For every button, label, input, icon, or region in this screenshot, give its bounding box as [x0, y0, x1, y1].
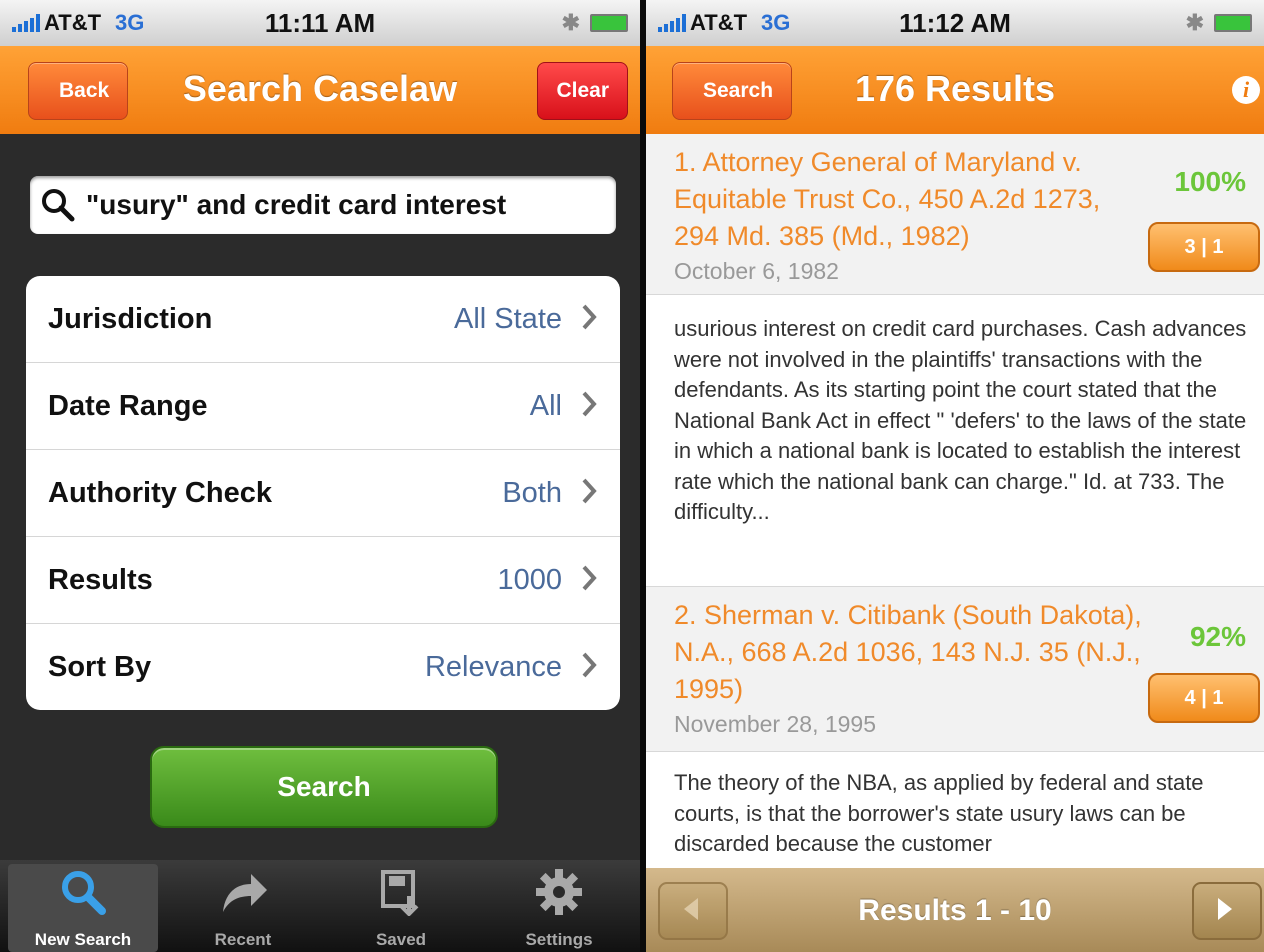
clear-button[interactable]: Clear	[537, 62, 628, 120]
bluetooth-icon: ✱	[1185, 10, 1204, 35]
option-value: Relevance	[424, 651, 562, 683]
results-screen: AT&T 3G 11:12 AM ✱ Search 176 Results i …	[646, 0, 1264, 952]
tab-label: Recent	[214, 930, 272, 949]
chevron-right-icon	[582, 478, 597, 504]
option-value: All	[529, 389, 562, 422]
search-input[interactable]	[84, 188, 608, 222]
tab-settings[interactable]: Settings	[484, 864, 634, 952]
nav-bar: Back Search Caselaw Clear	[0, 46, 640, 134]
result-title[interactable]: 1. Attorney General of Maryland v. Equit…	[674, 144, 1144, 255]
option-value: All State	[454, 302, 562, 335]
info-icon[interactable]: i	[1232, 76, 1260, 104]
triangle-right-icon	[1218, 898, 1232, 920]
tab-label: Settings	[525, 930, 593, 949]
result-item[interactable]: 2. Sherman v. Citibank (South Dakota), N…	[646, 586, 1264, 752]
chevron-right-icon	[582, 565, 597, 591]
gear-icon	[536, 869, 582, 915]
battery-icon	[1214, 14, 1252, 32]
tab-label: Saved	[375, 930, 427, 949]
status-time: 11:12 AM	[899, 8, 1011, 38]
next-page-button[interactable]	[1192, 882, 1262, 940]
search-screen: AT&T 3G 11:11 AM ✱ Back Search Caselaw C…	[0, 0, 640, 952]
option-label: Results	[48, 563, 153, 596]
tab-new-search[interactable]: New Search	[8, 864, 158, 952]
result-snippet: The theory of the NBA, as applied by fed…	[674, 770, 1204, 856]
tab-bar: New Search Recent Saved Settings	[0, 860, 640, 952]
option-jurisdiction[interactable]: Jurisdiction All State	[26, 276, 620, 363]
relevance-score: 100%	[1174, 166, 1246, 197]
save-icon	[381, 870, 419, 916]
result-date: November 28, 1995	[674, 711, 877, 737]
pager-label: Results 1 - 10	[858, 894, 1052, 927]
result-snippet: usurious interest on credit card purchas…	[674, 316, 1247, 524]
status-bar: AT&T 3G 11:12 AM ✱	[646, 0, 1264, 46]
option-label: Jurisdiction	[48, 302, 213, 335]
tab-label: New Search	[34, 930, 132, 949]
search-icon	[42, 189, 75, 222]
option-sort-by[interactable]: Sort By Relevance	[26, 624, 620, 710]
chevron-right-icon	[582, 391, 597, 417]
page-title: 176 Results	[854, 68, 1056, 109]
search-options-list: Jurisdiction All State Date Range All Au…	[26, 276, 620, 710]
search-button[interactable]: Search	[150, 746, 498, 828]
chevron-right-icon	[582, 652, 597, 678]
tab-saved[interactable]: Saved	[326, 864, 476, 952]
option-authority-check[interactable]: Authority Check Both	[26, 450, 620, 537]
back-arrow-icon	[223, 874, 267, 912]
tab-recent[interactable]: Recent	[168, 864, 318, 952]
search-field[interactable]	[30, 176, 616, 234]
search-icon	[62, 871, 106, 915]
option-value: Both	[502, 476, 562, 509]
option-label: Authority Check	[48, 476, 272, 509]
option-label: Date Range	[48, 389, 208, 422]
citation-count-button[interactable]: 3 | 1	[1148, 222, 1260, 272]
citation-count-button[interactable]: 4 | 1	[1148, 673, 1260, 723]
status-time: 11:11 AM	[264, 8, 376, 38]
option-date-range[interactable]: Date Range All	[26, 363, 620, 450]
relevance-score: 92%	[1189, 621, 1246, 652]
option-value: 1000	[497, 563, 562, 596]
option-results[interactable]: Results 1000	[26, 537, 620, 624]
nav-bar: Search 176 Results i	[646, 46, 1264, 134]
chevron-right-icon	[582, 304, 597, 330]
option-label: Sort By	[48, 651, 152, 683]
pager-bar: Results 1 - 10	[646, 868, 1264, 952]
result-title[interactable]: 2. Sherman v. Citibank (South Dakota), N…	[674, 597, 1144, 708]
bluetooth-icon: ✱	[561, 10, 580, 35]
status-bar: AT&T 3G 11:11 AM ✱	[0, 0, 640, 46]
result-date: October 6, 1982	[674, 258, 839, 284]
battery-icon	[590, 14, 628, 32]
result-item[interactable]: 1. Attorney General of Maryland v. Equit…	[646, 134, 1264, 295]
